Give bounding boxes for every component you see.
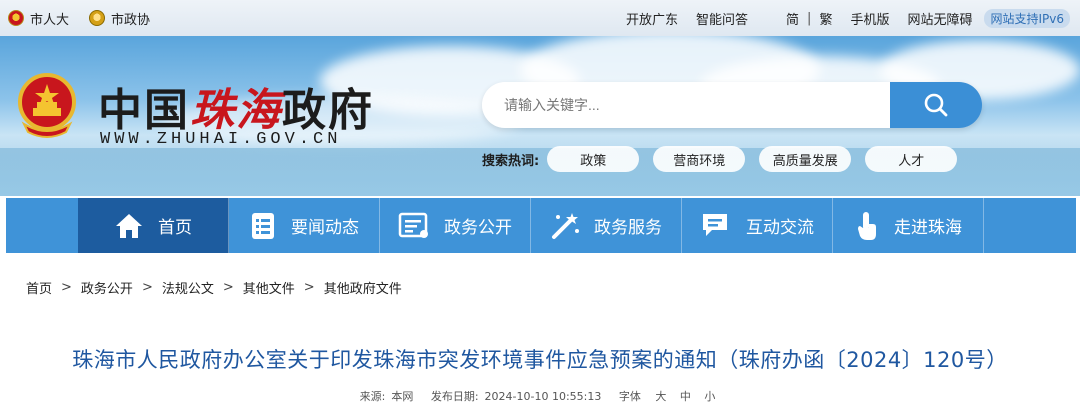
breadcrumb-home[interactable]: 首页 [26, 278, 52, 297]
date-label: 发布日期: [430, 390, 479, 403]
lang-separator: | [807, 10, 812, 26]
font-size-medium[interactable]: 中 [680, 390, 691, 403]
nav-about-zhuhai-label: 走进珠海 [894, 218, 962, 238]
national-emblem-icon [18, 73, 76, 138]
breadcrumb-gov-affairs[interactable]: 政务公开 [81, 278, 133, 297]
site-logo-title[interactable]: 中国珠海政府 [98, 74, 374, 138]
news-list-icon [252, 212, 274, 239]
article-meta: 来源: 本网 发布日期: 2024-10-10 10:55:13 字体 大 中 小 [0, 388, 1080, 404]
logo-prefix: 中国 [98, 85, 190, 136]
site-url-text: WWW.ZHUHAI.GOV.CN [100, 130, 342, 149]
search-input[interactable] [482, 82, 890, 128]
breadcrumb-separator: > [303, 280, 315, 295]
simplified-link[interactable]: 简 [786, 9, 799, 28]
source-label: 来源: [359, 390, 386, 403]
nav-gov-affairs-label: 政务公开 [444, 218, 512, 238]
breadcrumb-separator: > [222, 280, 234, 295]
nav-gov-services-label: 政务服务 [594, 218, 662, 238]
font-size-large[interactable]: 大 [655, 390, 666, 403]
nav-interaction-label: 互动交流 [746, 218, 814, 238]
magic-wand-icon [552, 212, 579, 239]
smart-qa-link[interactable]: 智能问答 [696, 9, 748, 28]
date-value: 2024-10-10 10:55:13 [484, 390, 602, 403]
open-guangdong-link[interactable]: 开放广东 [626, 9, 678, 28]
search-box [482, 82, 982, 128]
hot-word-policy[interactable]: 政策 [547, 146, 640, 172]
nav-gov-affairs[interactable]: 政务公开 [380, 198, 531, 253]
hot-word-development[interactable]: 高质量发展 [759, 146, 852, 172]
nav-gov-services[interactable]: 政务服务 [531, 198, 682, 253]
emblem-icon [8, 10, 24, 26]
breadcrumb-separator: > [141, 280, 153, 295]
language-switch: 简 | 繁 [786, 9, 832, 28]
nav-news[interactable]: 要闻动态 [229, 198, 380, 253]
ipv6-badge: 网站支持IPv6 [984, 8, 1070, 28]
logo-highlight: 珠海 [190, 85, 282, 136]
mobile-version-link[interactable]: 手机版 [850, 9, 889, 28]
nav-about-zhuhai[interactable]: 走进珠海 [833, 198, 984, 253]
search-button[interactable] [890, 82, 982, 128]
traditional-link[interactable]: 繁 [819, 9, 832, 28]
home-icon [116, 213, 142, 238]
cppcc-link[interactable]: 市政协 [89, 9, 150, 28]
top-right-links: 开放广东 智能问答 简 | 繁 手机版 网站无障碍 网站支持IPv6 [608, 0, 1070, 36]
hot-words: 搜索热词: 政策 营商环境 高质量发展 人才 [482, 146, 971, 172]
breadcrumb: 首页 > 政务公开 > 法规公文 > 其他文件 > 其他政府文件 [26, 278, 402, 297]
nav-news-label: 要闻动态 [291, 218, 359, 238]
breadcrumb-separator: > [61, 280, 72, 295]
cppcc-emblem-icon [89, 10, 106, 26]
cppcc-label: 市政协 [111, 12, 151, 28]
logo-suffix: 政府 [282, 85, 374, 136]
header-banner: 中国珠海政府 WWW.ZHUHAI.GOV.CN 搜索热词: 政策 营商环境 高… [0, 36, 1080, 196]
top-bar: 市人大 市政协 开放广东 智能问答 简 | 繁 手机版 网站无障碍 网站支持IP… [0, 0, 1080, 36]
nav-interaction[interactable]: 互动交流 [682, 198, 833, 253]
top-left-links: 市人大 市政协 [8, 0, 170, 36]
hot-words-label: 搜索热词: [482, 153, 540, 169]
main-nav: 首页 要闻动态 政务公开 政务服务 互动交流 走进珠海 [6, 198, 1076, 253]
font-size-label: 字体 [618, 390, 641, 403]
breadcrumb-regulations[interactable]: 法规公文 [162, 278, 214, 297]
hot-word-business-env[interactable]: 营商环境 [653, 146, 746, 172]
breadcrumb-other-gov-files[interactable]: 其他政府文件 [324, 278, 402, 297]
document-list-icon [398, 212, 428, 238]
hot-word-talent[interactable]: 人才 [865, 146, 958, 172]
people-congress-label: 市人大 [30, 12, 70, 28]
breadcrumb-other-files[interactable]: 其他文件 [243, 278, 295, 297]
pointer-hand-icon [858, 211, 876, 240]
accessibility-link[interactable]: 网站无障碍 [907, 9, 972, 28]
article-title: 珠海市人民政府办公室关于印发珠海市突发环境事件应急预案的通知（珠府办函〔2024… [72, 348, 1008, 372]
chat-bubble-icon [703, 213, 727, 236]
people-congress-link[interactable]: 市人大 [8, 9, 69, 28]
search-icon [924, 93, 948, 117]
nav-home[interactable]: 首页 [78, 198, 229, 253]
font-size-small[interactable]: 小 [704, 390, 715, 403]
nav-home-label: 首页 [158, 218, 192, 238]
source-value: 本网 [391, 390, 414, 403]
